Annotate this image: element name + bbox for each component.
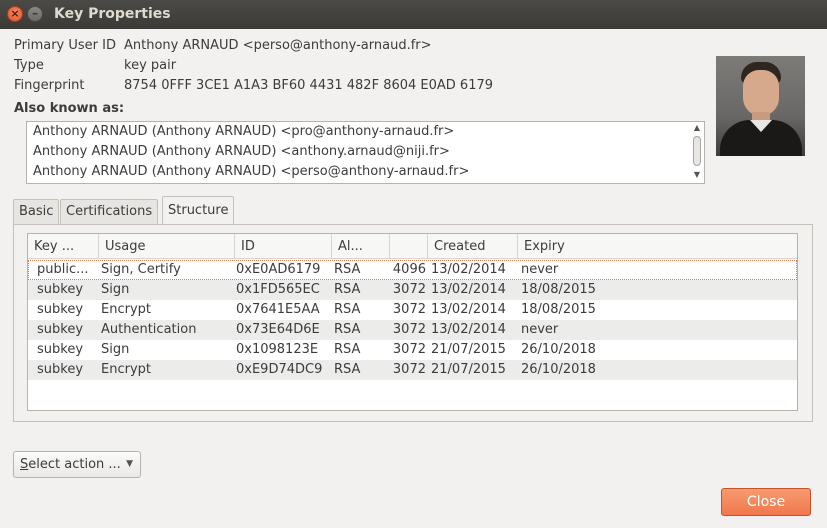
cell-usage: Sign <box>101 342 130 357</box>
cell-usage: Authentication <box>101 322 197 337</box>
cell-key: subkey <box>37 362 84 377</box>
cell-expiry: 18/08/2015 <box>521 302 596 317</box>
scrollbar-thumb[interactable] <box>693 136 701 166</box>
table-row[interactable]: subkey Authentication 0x73E64D6E RSA 307… <box>28 320 797 340</box>
table-row[interactable]: subkey Encrypt 0xE9D74DC9 RSA 3072 21/07… <box>28 360 797 380</box>
list-item[interactable]: Anthony ARNAUD (Anthony ARNAUD) <pro@ant… <box>33 122 454 142</box>
list-item[interactable]: Anthony ARNAUD (Anthony ARNAUD) <perso@a… <box>33 162 469 182</box>
key-owner-photo <box>716 56 805 156</box>
cell-size: 3072 <box>392 342 426 357</box>
cell-created: 13/02/2014 <box>431 282 506 297</box>
cell-usage: Encrypt <box>101 362 151 377</box>
cell-key: subkey <box>37 282 84 297</box>
cell-size: 4096 <box>392 262 426 277</box>
cell-usage: Encrypt <box>101 302 151 317</box>
column-header-algorithm[interactable]: Al... <box>332 234 390 259</box>
cell-usage: Sign <box>101 282 130 297</box>
column-header-id[interactable]: ID <box>235 234 332 259</box>
cell-algorithm: RSA <box>334 302 361 317</box>
cell-size: 3072 <box>392 282 426 297</box>
cell-created: 13/02/2014 <box>431 262 506 277</box>
table-row[interactable]: subkey Sign 0x1FD565EC RSA 3072 13/02/20… <box>28 280 797 300</box>
cell-expiry: 26/10/2018 <box>521 362 596 377</box>
cell-key: subkey <box>37 342 84 357</box>
chevron-down-icon: ▼ <box>126 459 133 469</box>
cell-size: 3072 <box>392 362 426 377</box>
cell-created: 21/07/2015 <box>431 342 506 357</box>
table-row[interactable]: subkey Encrypt 0x7641E5AA RSA 3072 13/02… <box>28 300 797 320</box>
window-title: Key Properties <box>54 6 171 22</box>
column-header-usage[interactable]: Usage <box>99 234 235 259</box>
window-close-icon[interactable]: × <box>7 6 23 22</box>
tab-certifications[interactable]: Certifications <box>60 199 159 224</box>
list-scrollbar[interactable]: ▲ ▼ <box>692 123 702 181</box>
tab-basic[interactable]: Basic <box>13 199 60 224</box>
cell-id: 0x1098123E <box>236 342 319 357</box>
cell-algorithm: RSA <box>334 322 361 337</box>
cell-key: public... <box>37 262 89 277</box>
column-header-created[interactable]: Created <box>428 234 518 259</box>
cell-algorithm: RSA <box>334 262 361 277</box>
scroll-up-icon[interactable]: ▲ <box>692 123 702 132</box>
cell-id: 0x1FD565EC <box>236 282 320 297</box>
list-item[interactable]: Anthony ARNAUD (Anthony ARNAUD) <anthony… <box>33 142 450 162</box>
type-value: key pair <box>124 58 177 73</box>
cell-usage: Sign, Certify <box>101 262 181 277</box>
fingerprint-label: Fingerprint <box>14 78 85 93</box>
cell-algorithm: RSA <box>334 342 361 357</box>
cell-id: 0xE9D74DC9 <box>236 362 323 377</box>
select-action-label: elect action ... <box>28 457 121 472</box>
cell-key: subkey <box>37 302 84 317</box>
select-action-dropdown[interactable]: Select action ... ▼ <box>13 451 141 478</box>
column-header-size[interactable] <box>390 234 428 259</box>
fingerprint-value: 8754 0FFF 3CE1 A1A3 BF60 4431 482F 8604 … <box>124 78 494 93</box>
table-row[interactable]: subkey Sign 0x1098123E RSA 3072 21/07/20… <box>28 340 797 360</box>
window-minimize-icon[interactable]: – <box>27 6 43 22</box>
primary-user-id-label: Primary User ID <box>14 38 116 53</box>
subkey-table[interactable]: Key ... Usage ID Al... Created Expiry pu… <box>27 233 798 411</box>
title-bar: × – Key Properties <box>0 0 827 29</box>
table-row[interactable]: public... Sign, Certify 0xE0AD6179 RSA 4… <box>28 260 797 280</box>
cell-expiry: 26/10/2018 <box>521 342 596 357</box>
close-button[interactable]: Close <box>721 488 811 516</box>
cell-size: 3072 <box>392 302 426 317</box>
cell-expiry: never <box>521 262 559 277</box>
also-known-as-list[interactable]: Anthony ARNAUD (Anthony ARNAUD) <pro@ant… <box>26 121 705 184</box>
column-header-expiry[interactable]: Expiry <box>518 234 797 259</box>
cell-key: subkey <box>37 322 84 337</box>
cell-expiry: 18/08/2015 <box>521 282 596 297</box>
cell-expiry: never <box>521 322 559 337</box>
cell-id: 0x7641E5AA <box>236 302 320 317</box>
cell-created: 13/02/2014 <box>431 302 506 317</box>
scroll-down-icon[interactable]: ▼ <box>692 170 702 179</box>
column-header-key[interactable]: Key ... <box>28 234 99 259</box>
cell-algorithm: RSA <box>334 362 361 377</box>
cell-created: 13/02/2014 <box>431 322 506 337</box>
type-label: Type <box>14 58 44 73</box>
also-known-as-label: Also known as: <box>14 101 125 116</box>
cell-id: 0xE0AD6179 <box>236 262 321 277</box>
cell-algorithm: RSA <box>334 282 361 297</box>
cell-id: 0x73E64D6E <box>236 322 320 337</box>
primary-user-id-value: Anthony ARNAUD <perso@anthony-arnaud.fr> <box>124 38 432 53</box>
cell-size: 3072 <box>392 322 426 337</box>
table-header: Key ... Usage ID Al... Created Expiry <box>28 234 797 259</box>
cell-created: 21/07/2015 <box>431 362 506 377</box>
tab-structure[interactable]: Structure <box>162 196 235 225</box>
